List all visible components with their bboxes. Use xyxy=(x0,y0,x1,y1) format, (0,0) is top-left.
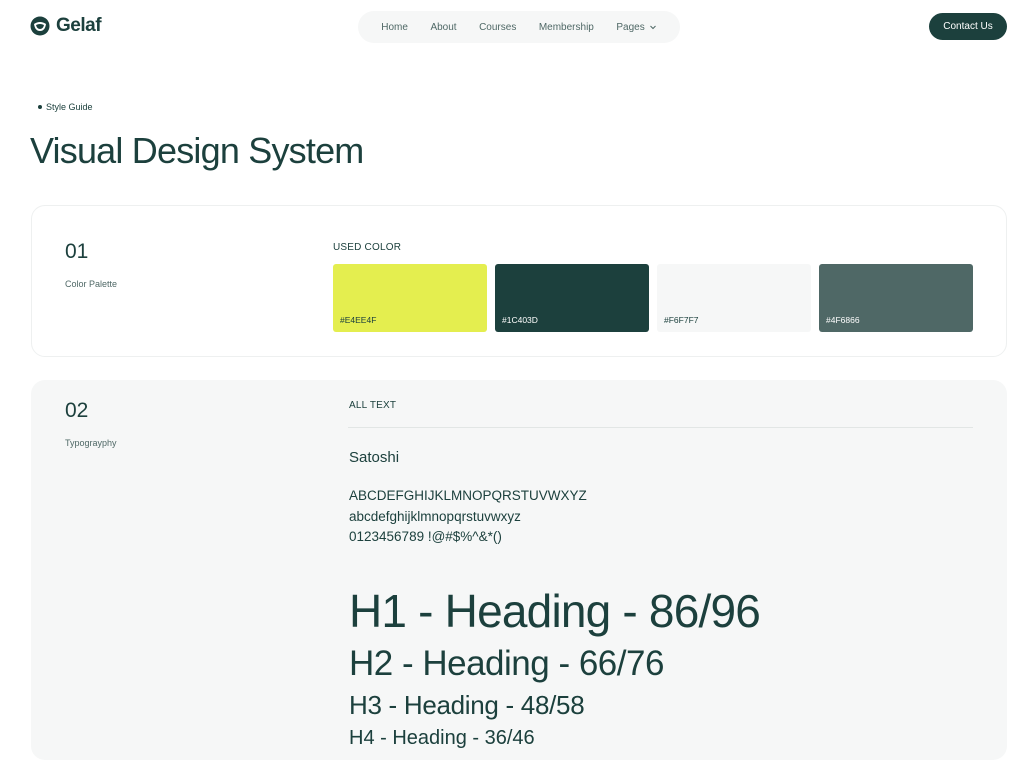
divider xyxy=(348,427,973,428)
nav-membership[interactable]: Membership xyxy=(539,22,594,33)
font-name: Satoshi xyxy=(349,449,400,466)
nav-courses[interactable]: Courses xyxy=(479,22,516,33)
heading-1-sample: H1 - Heading - 86/96 xyxy=(349,585,761,637)
heading-4-sample: H4 - Heading - 36/46 xyxy=(349,727,535,749)
all-text-label: ALL TEXT xyxy=(349,400,397,411)
bullet-icon xyxy=(38,105,42,109)
eyebrow: Style Guide xyxy=(38,102,93,112)
nav-pages[interactable]: Pages xyxy=(616,22,656,33)
chevron-down-icon xyxy=(649,25,656,30)
section-title: Typograyphy xyxy=(65,438,117,448)
logo-text: Gelaf xyxy=(56,15,102,36)
heading-2-sample: H2 - Heading - 66/76 xyxy=(349,644,664,683)
eyebrow-label: Style Guide xyxy=(46,102,93,112)
swatch-hex: #1C403D xyxy=(502,315,538,325)
typography-card: 02 Typograyphy ALL TEXT Satoshi ABCDEFGH… xyxy=(31,380,1007,760)
section-title: Color Palette xyxy=(65,279,118,289)
page-title: Visual Design System xyxy=(30,130,364,171)
logo-icon xyxy=(30,16,50,36)
lowercase-glyphs: abcdefghijklmnopqrstuvwxyz xyxy=(349,509,521,524)
swatch-slate-green: #4F6866 xyxy=(819,264,973,332)
nav-home[interactable]: Home xyxy=(381,22,408,33)
heading-3-sample: H3 - Heading - 48/58 xyxy=(349,690,585,720)
swatch-dark-green: #1C403D xyxy=(495,264,649,332)
section-number: 01 xyxy=(65,240,89,263)
swatch-light-gray: #F6F7F7 xyxy=(657,264,811,332)
swatch-hex: #F6F7F7 xyxy=(664,315,699,325)
swatch-lime: #E4EE4F xyxy=(333,264,487,332)
swatch-hex: #4F6866 xyxy=(826,315,860,325)
site-header: Gelaf Home About Courses Membership Page… xyxy=(0,0,1035,54)
uppercase-glyphs: ABCDEFGHIJKLMNOPQRSTUVWXYZ xyxy=(349,488,587,503)
section-number: 02 xyxy=(65,399,89,422)
swatch-hex: #E4EE4F xyxy=(340,315,377,325)
nav-about[interactable]: About xyxy=(430,22,456,33)
digit-glyphs: 0123456789 !@#$%^&*() xyxy=(349,529,502,544)
nav-pages-label: Pages xyxy=(616,21,645,33)
main-nav: Home About Courses Membership Pages xyxy=(358,11,680,43)
logo[interactable]: Gelaf xyxy=(30,14,102,38)
color-palette-card: 01 Color Palette USED COLOR #E4EE4F #1C4… xyxy=(31,205,1007,357)
used-color-label: USED COLOR xyxy=(333,242,402,253)
contact-us-button[interactable]: Contact Us xyxy=(929,13,1007,40)
